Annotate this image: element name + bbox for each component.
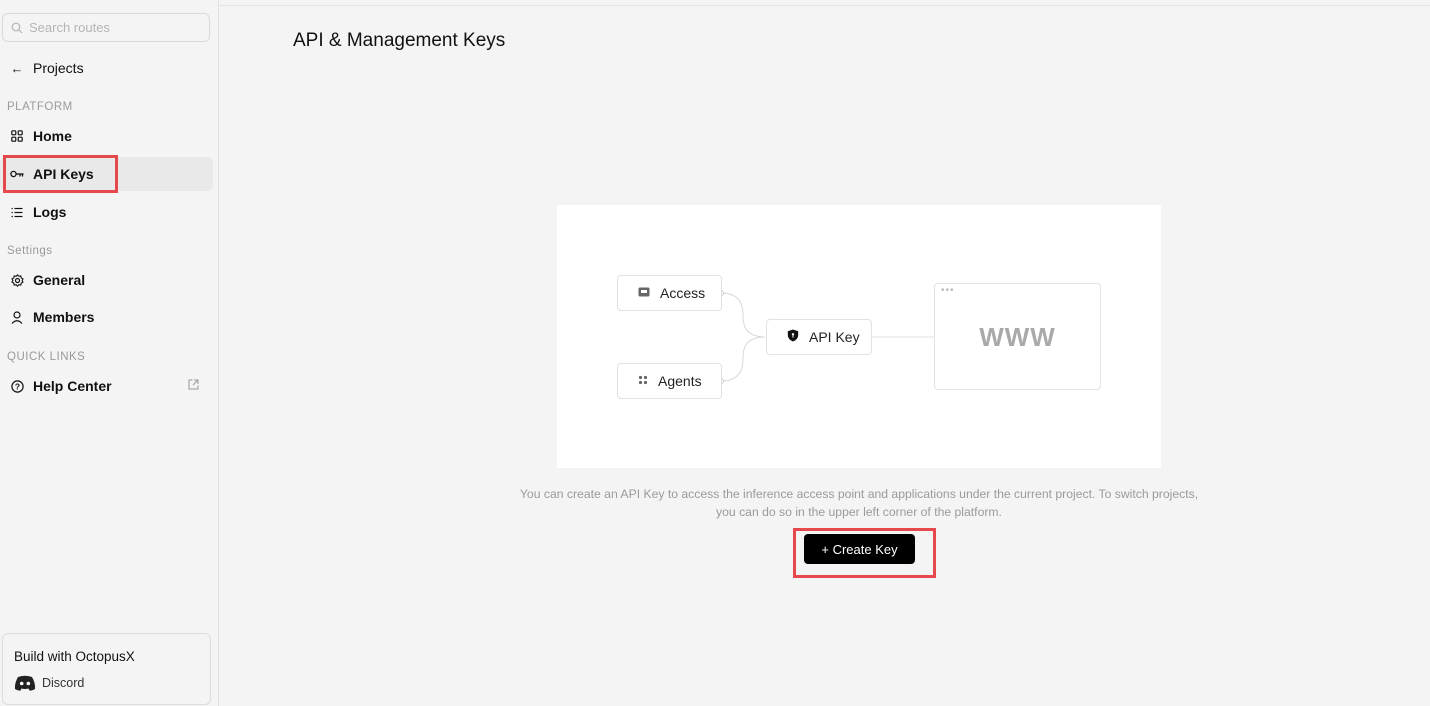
external-link-icon	[188, 379, 199, 393]
window-dots-icon: •••	[941, 285, 955, 296]
svg-text:?: ?	[14, 381, 19, 391]
sidebar-item-api-keys[interactable]: API Keys	[0, 157, 213, 191]
section-quick-links: QUICK LINKS	[7, 351, 86, 363]
description: You can create an API Key to access the …	[480, 485, 1238, 521]
browser-window: ••• WWW	[934, 283, 1101, 390]
description-line-2: you can do so in the upper left corner o…	[716, 505, 1002, 519]
access-label: Access	[660, 285, 706, 301]
top-divider	[219, 5, 1430, 6]
shield-icon	[787, 329, 799, 345]
sidebar-item-logs[interactable]: Logs	[0, 195, 213, 229]
search-icon	[11, 22, 23, 33]
access-icon	[638, 287, 650, 300]
sidebar: ← Projects PLATFORM Home API Keys Logs S…	[0, 0, 219, 706]
sidebar-item-label: Help Center	[33, 378, 112, 394]
build-title: Build with OctopusX	[14, 649, 135, 664]
sidebar-item-home[interactable]: Home	[0, 119, 213, 153]
agents-label: Agents	[658, 373, 702, 389]
grid-icon	[9, 130, 25, 142]
access-node: Access	[617, 275, 722, 311]
search-box[interactable]	[2, 13, 210, 42]
create-key-button[interactable]: + Create Key	[804, 534, 915, 564]
section-platform: PLATFORM	[7, 101, 73, 113]
www-text: WWW	[979, 322, 1056, 352]
agents-node: Agents	[617, 363, 722, 399]
list-icon	[9, 207, 25, 218]
discord-link[interactable]: Discord	[14, 675, 84, 691]
agents-icon	[638, 375, 648, 388]
api-key-label: API Key	[809, 329, 860, 345]
api-key-illustration: Access Agents API Key ••• WWW	[557, 205, 1161, 468]
sidebar-item-members[interactable]: Members	[0, 300, 213, 334]
sidebar-item-help-center[interactable]: ? Help Center	[0, 369, 213, 403]
back-to-projects[interactable]: ← Projects	[0, 51, 213, 85]
api-key-node: API Key	[766, 319, 872, 355]
discord-label: Discord	[42, 676, 85, 690]
page-title: API & Management Keys	[293, 30, 506, 51]
user-icon	[9, 310, 25, 324]
sidebar-item-label: Logs	[33, 204, 67, 220]
sidebar-item-label: Members	[33, 309, 95, 325]
search-input[interactable]	[27, 19, 201, 36]
discord-icon	[14, 675, 36, 691]
description-line-1: You can create an API Key to access the …	[519, 487, 1199, 501]
sidebar-item-label: API Keys	[33, 166, 94, 182]
key-icon	[9, 169, 25, 179]
back-label: Projects	[33, 60, 84, 76]
arrow-left-icon: ←	[10, 60, 24, 76]
gear-icon	[9, 273, 25, 287]
section-settings: Settings	[7, 245, 53, 257]
build-with-card: Build with OctopusX Discord	[2, 633, 211, 705]
sidebar-item-label: Home	[33, 128, 72, 144]
sidebar-item-label: General	[33, 272, 86, 288]
sidebar-item-general[interactable]: General	[0, 263, 213, 297]
help-circle-icon: ?	[9, 379, 25, 393]
